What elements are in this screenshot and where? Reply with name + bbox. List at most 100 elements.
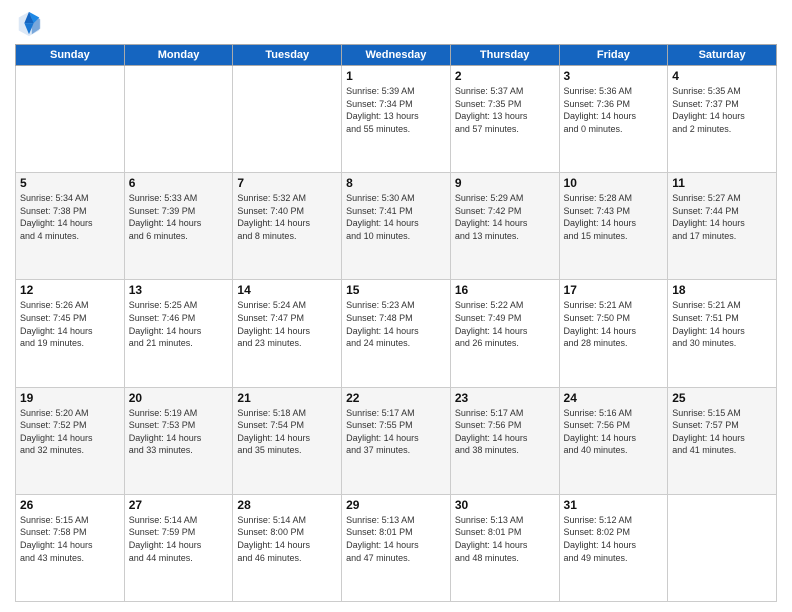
day-number: 19 xyxy=(20,391,120,405)
day-info: Sunrise: 5:15 AM Sunset: 7:58 PM Dayligh… xyxy=(20,514,120,564)
day-number: 16 xyxy=(455,283,555,297)
day-number: 12 xyxy=(20,283,120,297)
day-info: Sunrise: 5:16 AM Sunset: 7:56 PM Dayligh… xyxy=(564,407,664,457)
day-number: 21 xyxy=(237,391,337,405)
day-info: Sunrise: 5:17 AM Sunset: 7:56 PM Dayligh… xyxy=(455,407,555,457)
weekday-header-wednesday: Wednesday xyxy=(342,45,451,66)
calendar-cell xyxy=(668,494,777,601)
day-number: 5 xyxy=(20,176,120,190)
day-info: Sunrise: 5:26 AM Sunset: 7:45 PM Dayligh… xyxy=(20,299,120,349)
calendar-cell: 11 Sunrise: 5:27 AM Sunset: 7:44 PM Dayli… xyxy=(668,173,777,280)
day-info: Sunrise: 5:13 AM Sunset: 8:01 PM Dayligh… xyxy=(346,514,446,564)
calendar-cell: 22Sunrise: 5:17 AM Sunset: 7:55 PM Dayli… xyxy=(342,387,451,494)
day-info: Sunrise: 5:18 AM Sunset: 7:54 PM Dayligh… xyxy=(237,407,337,457)
week-row-1: 5 Sunrise: 5:34 AM Sunset: 7:38 PM Daylig… xyxy=(16,173,777,280)
calendar-cell xyxy=(233,66,342,173)
day-number: 11 xyxy=(672,176,772,190)
calendar-cell: 2Sunrise: 5:37 AM Sunset: 7:35 PM Daylig… xyxy=(450,66,559,173)
calendar-cell: 10 Sunrise: 5:28 AM Sunset: 7:43 PM Dayli… xyxy=(559,173,668,280)
calendar-cell: 5 Sunrise: 5:34 AM Sunset: 7:38 PM Daylig… xyxy=(16,173,125,280)
day-info: Sunrise: 5:13 AM Sunset: 8:01 PM Dayligh… xyxy=(455,514,555,564)
day-info: Sunrise: 5:17 AM Sunset: 7:55 PM Dayligh… xyxy=(346,407,446,457)
day-info: Sunrise: 5:19 AM Sunset: 7:53 PM Dayligh… xyxy=(129,407,229,457)
weekday-header-friday: Friday xyxy=(559,45,668,66)
calendar-cell: 8Sunrise: 5:30 AM Sunset: 7:41 PM Daylig… xyxy=(342,173,451,280)
day-number: 26 xyxy=(20,498,120,512)
calendar-cell: 16 Sunrise: 5:22 AM Sunset: 7:49 PM Dayli… xyxy=(450,280,559,387)
day-number: 17 xyxy=(564,283,664,297)
day-number: 3 xyxy=(564,69,664,83)
page: SundayMondayTuesdayWednesdayThursdayFrid… xyxy=(0,0,792,612)
day-info: Sunrise: 5:35 AM Sunset: 7:37 PM Dayligh… xyxy=(672,85,772,135)
calendar-cell: 13 Sunrise: 5:25 AM Sunset: 7:46 PM Dayli… xyxy=(124,280,233,387)
day-info: Sunrise: 5:30 AM Sunset: 7:41 PM Dayligh… xyxy=(346,192,446,242)
calendar-cell: 28Sunrise: 5:14 AM Sunset: 8:00 PM Dayli… xyxy=(233,494,342,601)
calendar-cell: 20 Sunrise: 5:19 AM Sunset: 7:53 PM Dayli… xyxy=(124,387,233,494)
week-row-0: 1Sunrise: 5:39 AM Sunset: 7:34 PM Daylig… xyxy=(16,66,777,173)
calendar-cell: 7 Sunrise: 5:32 AM Sunset: 7:40 PM Daylig… xyxy=(233,173,342,280)
day-number: 7 xyxy=(237,176,337,190)
day-number: 25 xyxy=(672,391,772,405)
calendar-cell: 15 Sunrise: 5:23 AM Sunset: 7:48 PM Dayli… xyxy=(342,280,451,387)
calendar-cell: 31 Sunrise: 5:12 AM Sunset: 8:02 PM Dayli… xyxy=(559,494,668,601)
day-number: 2 xyxy=(455,69,555,83)
calendar-cell xyxy=(124,66,233,173)
weekday-header-thursday: Thursday xyxy=(450,45,559,66)
weekday-header-tuesday: Tuesday xyxy=(233,45,342,66)
day-number: 24 xyxy=(564,391,664,405)
day-info: Sunrise: 5:14 AM Sunset: 8:00 PM Dayligh… xyxy=(237,514,337,564)
calendar-cell: 4Sunrise: 5:35 AM Sunset: 7:37 PM Daylig… xyxy=(668,66,777,173)
week-row-3: 19 Sunrise: 5:20 AM Sunset: 7:52 PM Dayli… xyxy=(16,387,777,494)
calendar-cell: 18 Sunrise: 5:21 AM Sunset: 7:51 PM Dayli… xyxy=(668,280,777,387)
calendar-cell: 9Sunrise: 5:29 AM Sunset: 7:42 PM Daylig… xyxy=(450,173,559,280)
day-info: Sunrise: 5:14 AM Sunset: 7:59 PM Dayligh… xyxy=(129,514,229,564)
calendar-cell: 23Sunrise: 5:17 AM Sunset: 7:56 PM Dayli… xyxy=(450,387,559,494)
day-info: Sunrise: 5:36 AM Sunset: 7:36 PM Dayligh… xyxy=(564,85,664,135)
day-info: Sunrise: 5:22 AM Sunset: 7:49 PM Dayligh… xyxy=(455,299,555,349)
logo xyxy=(15,10,47,38)
day-number: 20 xyxy=(129,391,229,405)
weekday-header-sunday: Sunday xyxy=(16,45,125,66)
calendar-cell: 25 Sunrise: 5:15 AM Sunset: 7:57 PM Dayli… xyxy=(668,387,777,494)
day-info: Sunrise: 5:33 AM Sunset: 7:39 PM Dayligh… xyxy=(129,192,229,242)
day-number: 6 xyxy=(129,176,229,190)
day-number: 27 xyxy=(129,498,229,512)
day-info: Sunrise: 5:23 AM Sunset: 7:48 PM Dayligh… xyxy=(346,299,446,349)
calendar-cell: 21 Sunrise: 5:18 AM Sunset: 7:54 PM Dayli… xyxy=(233,387,342,494)
calendar-cell: 1Sunrise: 5:39 AM Sunset: 7:34 PM Daylig… xyxy=(342,66,451,173)
calendar-cell: 12 Sunrise: 5:26 AM Sunset: 7:45 PM Dayli… xyxy=(16,280,125,387)
day-number: 1 xyxy=(346,69,446,83)
calendar-cell: 27 Sunrise: 5:14 AM Sunset: 7:59 PM Dayli… xyxy=(124,494,233,601)
day-info: Sunrise: 5:29 AM Sunset: 7:42 PM Dayligh… xyxy=(455,192,555,242)
day-number: 10 xyxy=(564,176,664,190)
day-number: 14 xyxy=(237,283,337,297)
day-info: Sunrise: 5:28 AM Sunset: 7:43 PM Dayligh… xyxy=(564,192,664,242)
day-number: 18 xyxy=(672,283,772,297)
day-info: Sunrise: 5:20 AM Sunset: 7:52 PM Dayligh… xyxy=(20,407,120,457)
header xyxy=(15,10,777,38)
weekday-header-monday: Monday xyxy=(124,45,233,66)
calendar-cell: 6 Sunrise: 5:33 AM Sunset: 7:39 PM Daylig… xyxy=(124,173,233,280)
calendar-cell: 30 Sunrise: 5:13 AM Sunset: 8:01 PM Dayli… xyxy=(450,494,559,601)
calendar-cell: 19 Sunrise: 5:20 AM Sunset: 7:52 PM Dayli… xyxy=(16,387,125,494)
day-number: 30 xyxy=(455,498,555,512)
calendar-cell: 14 Sunrise: 5:24 AM Sunset: 7:47 PM Dayli… xyxy=(233,280,342,387)
day-number: 15 xyxy=(346,283,446,297)
day-number: 31 xyxy=(564,498,664,512)
logo-icon xyxy=(15,10,43,38)
day-info: Sunrise: 5:12 AM Sunset: 8:02 PM Dayligh… xyxy=(564,514,664,564)
day-info: Sunrise: 5:34 AM Sunset: 7:38 PM Dayligh… xyxy=(20,192,120,242)
calendar-cell: 3 Sunrise: 5:36 AM Sunset: 7:36 PM Daylig… xyxy=(559,66,668,173)
day-info: Sunrise: 5:15 AM Sunset: 7:57 PM Dayligh… xyxy=(672,407,772,457)
day-info: Sunrise: 5:32 AM Sunset: 7:40 PM Dayligh… xyxy=(237,192,337,242)
day-number: 29 xyxy=(346,498,446,512)
day-info: Sunrise: 5:21 AM Sunset: 7:51 PM Dayligh… xyxy=(672,299,772,349)
day-info: Sunrise: 5:25 AM Sunset: 7:46 PM Dayligh… xyxy=(129,299,229,349)
calendar: SundayMondayTuesdayWednesdayThursdayFrid… xyxy=(15,44,777,602)
weekday-header-saturday: Saturday xyxy=(668,45,777,66)
calendar-cell xyxy=(16,66,125,173)
day-info: Sunrise: 5:24 AM Sunset: 7:47 PM Dayligh… xyxy=(237,299,337,349)
day-number: 13 xyxy=(129,283,229,297)
day-info: Sunrise: 5:27 AM Sunset: 7:44 PM Dayligh… xyxy=(672,192,772,242)
calendar-cell: 26 Sunrise: 5:15 AM Sunset: 7:58 PM Dayli… xyxy=(16,494,125,601)
